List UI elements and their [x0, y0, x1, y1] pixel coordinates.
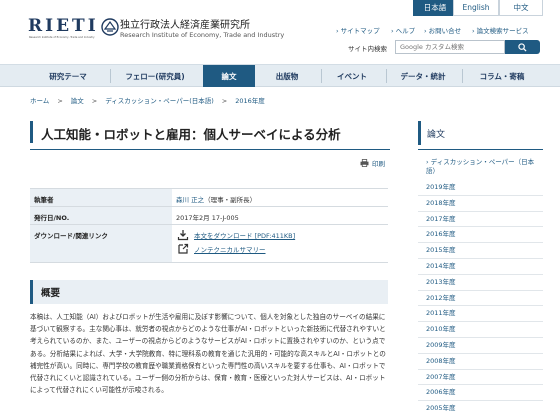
site-search-input[interactable]: [395, 40, 505, 54]
sidebar-year-2005[interactable]: 2005年度: [418, 401, 543, 415]
util-paper-search-label: 論文検索サービス: [476, 27, 529, 35]
sidebar-year-2013[interactable]: 2013年度: [418, 275, 543, 291]
rieti-logo[interactable]: RIETI Research Institute of Economy, Tra…: [28, 14, 119, 42]
chevron-right-icon: ›: [336, 27, 339, 35]
info-row-author: 執筆者 森川 正之（理事・副所長）: [30, 189, 388, 207]
sidebar-year-2008[interactable]: 2008年度: [418, 354, 543, 370]
chevron-right-icon: ›: [391, 27, 394, 35]
info-key-issue: 発行日/NO.: [30, 207, 172, 224]
summary-label: ノンテクニカルサマリー: [194, 246, 266, 254]
sidebar-year-2009[interactable]: 2009年度: [418, 338, 543, 354]
sidebar-year-2011[interactable]: 2011年度: [418, 306, 543, 323]
breadcrumb-papers[interactable]: 論文: [71, 97, 84, 105]
util-sitemap[interactable]: › サイトマップ: [336, 25, 380, 35]
util-contact-label: お問い合せ: [428, 27, 462, 35]
sidebar-year-2018[interactable]: 2018年度: [418, 196, 543, 212]
site-search-label: サイト内検索: [348, 45, 387, 53]
info-key-download: ダウンロード/関連リンク: [30, 225, 172, 262]
nav-research-themes[interactable]: 研究テーマ: [32, 65, 104, 87]
main-nav: 研究テーマ フェロー(研究員) 論文 出版物 イベント データ・統計 コラム・寄…: [0, 64, 560, 87]
util-paper-search[interactable]: › 論文検索サービス: [472, 25, 529, 35]
logo-subtext: Research Institute of Economy, Trade and…: [29, 36, 95, 39]
printer-icon: [360, 159, 369, 167]
sidebar-year-2012[interactable]: 2012年度: [418, 291, 543, 307]
sidebar-year-2006[interactable]: 2006年度: [418, 385, 543, 402]
author-role: （理事・副所長）: [204, 196, 257, 204]
info-value-download: 本文をダウンロード [PDF:411KB] ノンテクニカルサマリー: [172, 225, 388, 261]
info-value-issue: 2017年2月 17-J-005: [176, 214, 239, 222]
lang-japanese[interactable]: 日本語: [413, 0, 457, 16]
lang-english[interactable]: English: [453, 0, 499, 16]
chevron-right-icon: ›: [424, 27, 427, 35]
site-header: RIETI Research Institute of Economy, Tra…: [0, 0, 560, 64]
nav-columns[interactable]: コラム・寄稿: [464, 65, 540, 87]
breadcrumb-home[interactable]: ホーム: [30, 97, 49, 105]
chevron-right-icon: >: [91, 97, 98, 105]
nav-divider: [321, 69, 322, 83]
summary-link[interactable]: ノンテクニカルサマリー: [176, 242, 384, 256]
download-pdf-link[interactable]: 本文をダウンロード [PDF:411KB]: [176, 228, 384, 242]
breadcrumb-year[interactable]: 2016年度: [235, 97, 265, 105]
info-value-author: 森川 正之（理事・副所長）: [172, 189, 388, 209]
util-help[interactable]: › ヘルプ: [391, 25, 415, 35]
title-divider: [30, 149, 390, 150]
nav-publications[interactable]: 出版物: [258, 65, 316, 87]
util-contact[interactable]: › お問い合せ: [424, 25, 461, 35]
breadcrumb: ホーム > 論文 > ディスカッション・ペーパー(日本語) >2016年度: [30, 95, 265, 105]
info-row-download: ダウンロード/関連リンク 本文をダウンロード [PDF:411KB] ノンテクニ…: [30, 225, 388, 263]
nav-data-statistics[interactable]: データ・統計: [388, 65, 458, 87]
sidebar-year-2014[interactable]: 2014年度: [418, 259, 543, 275]
org-name-jp: 独立行政法人経済産業研究所: [120, 20, 250, 31]
lang-chinese[interactable]: 中文: [499, 0, 543, 16]
chevron-right-icon: >: [221, 97, 228, 105]
info-row-issue: 発行日/NO. 2017年2月 17-J-005: [30, 207, 388, 225]
info-key-author: 執筆者: [30, 189, 172, 206]
print-label: 印刷: [372, 160, 385, 168]
sidebar-sub-label: ディスカッション・ペーパー（日本語）: [426, 158, 535, 175]
org-name-en: Research Institute of Economy, Trade and…: [120, 31, 285, 39]
sidebar-year-list: 2019年度 2018年度 2017年度 2016年度 2015年度 2014年…: [418, 180, 543, 415]
abstract-heading: 概要: [41, 288, 61, 299]
author-link[interactable]: 森川 正之: [176, 196, 204, 204]
util-help-label: ヘルプ: [395, 27, 416, 35]
nav-divider: [386, 69, 387, 83]
chevron-right-icon: ›: [472, 27, 475, 35]
sidebar-year-2016[interactable]: 2016年度: [418, 227, 543, 244]
nav-fellows[interactable]: フェロー(研究員): [112, 65, 198, 87]
chevron-right-icon: >: [57, 97, 63, 105]
nav-events[interactable]: イベント: [323, 65, 381, 87]
page-title: 人工知能・ロボットと雇用：個人サーベイによる分析: [41, 127, 341, 142]
logo-mark-icon: [101, 18, 119, 36]
download-pdf-label: 本文をダウンロード [PDF:411KB]: [194, 232, 296, 240]
external-link-icon: [178, 243, 189, 254]
sidebar-year-2019[interactable]: 2019年度: [418, 180, 543, 196]
sidebar-year-2017[interactable]: 2017年度: [418, 212, 543, 228]
nav-papers[interactable]: 論文: [203, 65, 255, 87]
sidebar-year-2015[interactable]: 2015年度: [418, 243, 543, 259]
download-icon: [177, 230, 189, 241]
logo-text: RIETI: [28, 16, 99, 36]
sidebar-discussion-papers[interactable]: › ディスカッション・ペーパー（日本語）: [426, 158, 542, 176]
sidebar-heading[interactable]: 論文: [418, 121, 543, 145]
abstract-text: 本稿は、人工知能（AI）およびロボットが生活や雇用に及ぼす影響について、個人を対…: [30, 313, 386, 395]
breadcrumb-discussion-papers[interactable]: ディスカッション・ペーパー(日本語): [105, 97, 214, 105]
sidebar-year-2007[interactable]: 2007年度: [418, 370, 543, 386]
page-title-block: 人工知能・ロボットと雇用：個人サーベイによる分析: [30, 121, 390, 143]
sidebar-divider: [418, 149, 543, 150]
print-button[interactable]: 印刷: [360, 158, 385, 168]
search-icon: [518, 42, 527, 52]
abstract-heading-block: 概要: [30, 280, 388, 304]
paper-info-table: 執筆者 森川 正之（理事・副所長） 発行日/NO. 2017年2月 17-J-0…: [30, 188, 388, 263]
search-button[interactable]: [505, 40, 540, 54]
nav-divider: [462, 69, 463, 83]
sidebar-year-2010[interactable]: 2010年度: [418, 322, 543, 338]
util-sitemap-label: サイトマップ: [340, 27, 380, 35]
nav-divider: [110, 69, 111, 83]
